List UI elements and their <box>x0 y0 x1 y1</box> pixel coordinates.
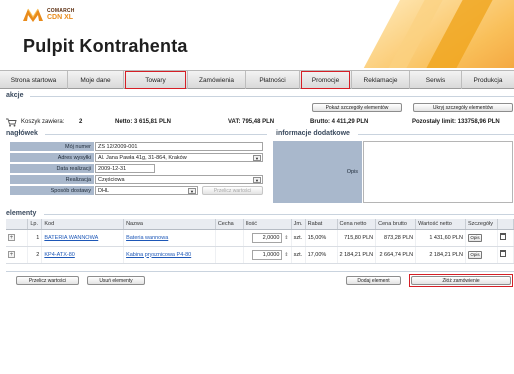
cart-icon <box>6 118 17 127</box>
cart-vat: VAT: 795,48 PLN <box>228 119 275 125</box>
main-tabs: Strona startowa Moje dane Towary Zamówie… <box>0 70 514 89</box>
tab-reklamacje[interactable]: Reklamacje <box>352 71 410 89</box>
page-title: Pulpit Kontrahenta <box>23 36 188 56</box>
quantity-input[interactable]: 1,0000 <box>252 249 283 260</box>
chevron-down-icon: ▼ <box>188 188 196 194</box>
section-title-akcje: akcje <box>6 92 24 99</box>
quantity-stepper-icon[interactable]: ⇕ <box>284 252 288 258</box>
divider <box>44 214 514 215</box>
recalculate-button[interactable]: Przelicz wartości <box>16 276 79 285</box>
description-button[interactable]: Opis <box>467 250 482 259</box>
additional-info: Opis <box>273 141 513 203</box>
row-number: 2 <box>27 246 43 264</box>
tab-serwis[interactable]: Serwis <box>410 71 462 89</box>
delivery-method-select[interactable]: DHL ▼ <box>95 186 198 195</box>
cart-label: Koszyk zawiera: <box>21 119 65 125</box>
gross-price: 873,28 PLN <box>375 229 417 247</box>
item-name-link[interactable]: Bateria wannowa <box>126 235 168 241</box>
net-price: 715,80 PLN <box>337 229 377 247</box>
items-table: Lp. Kod Nazwa Cecha Ilość Jm. Rabat Cena… <box>6 219 514 264</box>
tab-towary[interactable]: Towary <box>124 71 188 89</box>
item-name-link[interactable]: Kabina prysznicowa P4-80 <box>126 252 191 258</box>
discount: 15,00% <box>305 229 338 247</box>
field-label: Sposób dostawy <box>10 186 94 195</box>
section-title-naglowek: nagłówek <box>6 130 38 137</box>
table-row: + 2 KP4-ATX-80 Kabina prysznicowa P4-80 … <box>6 246 514 264</box>
column-header[interactable]: Ilość <box>243 219 292 230</box>
unit: szt. <box>291 229 306 247</box>
item-feature <box>215 246 244 264</box>
remove-items-button[interactable]: Usuń elementy <box>87 276 145 285</box>
add-item-button[interactable]: Dodaj element <box>346 276 401 285</box>
unit: szt. <box>291 246 306 264</box>
field-label: Adres wysyłki <box>10 153 94 162</box>
quantity-stepper-icon[interactable]: ⇕ <box>284 235 288 241</box>
description-label: Opis <box>273 141 362 203</box>
shipping-address-select[interactable]: Al. Jana Pawła 41g, 31-864, Kraków ▼ <box>95 153 263 162</box>
item-code-link[interactable]: KP4-ATX-80 <box>44 252 74 258</box>
gross-price: 2 664,74 PLN <box>375 246 417 264</box>
comarch-logo-icon <box>23 8 43 22</box>
table-header: Lp. Kod Nazwa Cecha Ilość Jm. Rabat Cena… <box>6 219 514 230</box>
place-order-button[interactable]: Złóż zamówienie <box>409 274 513 287</box>
chevron-down-icon: ▼ <box>253 155 261 161</box>
discount: 17,00% <box>305 246 338 264</box>
field-label: Realizacja <box>10 175 94 184</box>
cart-brutto: Brutto: 4 411,29 PLN <box>310 119 369 125</box>
row-number: 1 <box>27 229 43 247</box>
remaining-limit: Pozostały limit: 133758,96 PLN <box>412 119 500 125</box>
divider <box>45 134 267 135</box>
description-button[interactable]: Opis <box>467 233 482 242</box>
column-header[interactable]: Nazwa <box>123 219 216 230</box>
tab-produkcja[interactable]: Produkcja <box>462 71 514 89</box>
column-header[interactable]: Cena netto <box>337 219 377 230</box>
delivery-date-input[interactable]: 2009-12-31 <box>95 164 155 173</box>
table-row: + 1 BATERIA WANNOWA Bateria wannowa 2,00… <box>6 229 514 247</box>
column-header <box>6 219 29 230</box>
section-title-info: informacje dodatkowe <box>276 130 350 137</box>
tab-moje-dane[interactable]: Moje dane <box>68 71 124 89</box>
section-title-elementy: elementy <box>6 210 37 217</box>
recalculate-header-button[interactable]: Przelicz wartości <box>202 186 263 195</box>
trash-icon[interactable] <box>499 233 506 240</box>
column-header[interactable]: Lp. <box>27 219 43 230</box>
divider <box>358 134 514 135</box>
quantity-input[interactable]: 2,0000 <box>252 232 283 243</box>
net-price: 2 184,21 PLN <box>337 246 377 264</box>
column-header[interactable]: Wartość netto <box>415 219 466 230</box>
cart-count: 2 <box>79 119 83 125</box>
item-code-link[interactable]: BATERIA WANNOWA <box>44 235 98 241</box>
expand-row-icon[interactable]: + <box>8 251 15 258</box>
description-textarea[interactable] <box>363 141 513 203</box>
net-value: 1 431,60 PLN <box>415 229 466 247</box>
divider <box>6 271 514 272</box>
field-label: Mój numer <box>10 142 94 151</box>
chevron-down-icon: ▼ <box>253 177 261 183</box>
column-header[interactable]: Kod <box>41 219 125 230</box>
divider <box>30 96 514 97</box>
net-value: 2 184,21 PLN <box>415 246 466 264</box>
fulfillment-select[interactable]: Częściowa ▼ <box>95 175 263 184</box>
column-header[interactable]: Cena brutto <box>375 219 417 230</box>
cart-summary: Koszyk zawiera: 2 Netto: 3 615,81 PLN VA… <box>6 117 512 127</box>
column-header[interactable]: Jm. <box>291 219 306 230</box>
tab-zamowienia[interactable]: Zamówienia <box>188 71 246 89</box>
field-label: Data realizacji <box>10 164 94 173</box>
tab-platnosci[interactable]: Płatności <box>246 71 300 89</box>
column-header[interactable]: Cecha <box>215 219 244 230</box>
header: COMARCH CDN XL Pulpit Kontrahenta <box>0 0 514 68</box>
my-number-input[interactable]: ZS 12/2009-001 <box>95 142 263 151</box>
cart-netto: Netto: 3 615,81 PLN <box>115 119 172 125</box>
item-feature <box>215 229 244 247</box>
hide-details-button[interactable]: Ukryj szczegóły elementów <box>413 103 513 112</box>
column-header: Szczegóły <box>465 219 498 230</box>
tab-promocje[interactable]: Promocje <box>300 71 352 89</box>
show-details-button[interactable]: Pokaż szczegóły elementów <box>312 103 402 112</box>
column-header <box>497 219 514 230</box>
trash-icon[interactable] <box>499 250 506 257</box>
expand-row-icon[interactable]: + <box>8 234 15 241</box>
column-header[interactable]: Rabat <box>305 219 338 230</box>
tab-strona-startowa[interactable]: Strona startowa <box>0 71 68 89</box>
product-name: CDN XL <box>47 14 74 21</box>
